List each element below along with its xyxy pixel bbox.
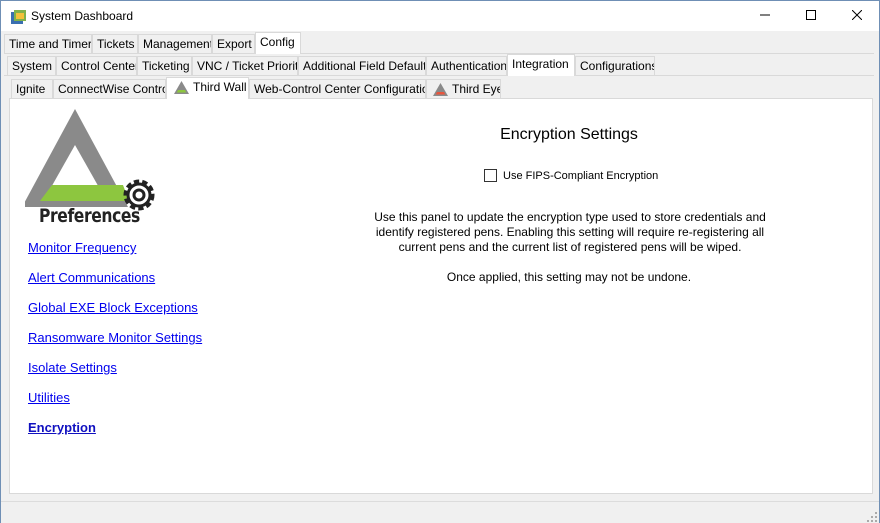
- status-bar: [1, 501, 879, 523]
- encryption-description: Use this panel to update the encryption …: [374, 210, 766, 254]
- tab-export[interactable]: Export: [212, 34, 255, 53]
- tab-authentication[interactable]: Authentication: [426, 56, 507, 75]
- fips-checkbox-row[interactable]: Use FIPS-Compliant Encryption: [484, 169, 658, 182]
- third-wall-icon: [174, 81, 189, 99]
- tab-third-eye[interactable]: Third Eye: [426, 79, 501, 98]
- tab-system[interactable]: System: [7, 56, 56, 75]
- tab-connectwise-control[interactable]: ConnectWise Control: [53, 79, 166, 98]
- encryption-warning-note: Once applied, this setting may not be un…: [446, 270, 692, 284]
- tab-integration[interactable]: Integration: [507, 54, 575, 76]
- link-isolate-settings[interactable]: Isolate Settings: [28, 360, 117, 375]
- tab-config[interactable]: Config: [255, 32, 301, 54]
- link-global-exe-block-exceptions[interactable]: Global EXE Block Exceptions: [28, 300, 198, 315]
- settings-panel: Preferences Monitor Frequency Alert Comm…: [9, 98, 873, 494]
- fips-checkbox[interactable]: [484, 169, 497, 182]
- window-title: System Dashboard: [31, 9, 134, 23]
- close-button[interactable]: [834, 1, 880, 31]
- tabstrip-border: [4, 75, 874, 76]
- resize-grip-icon[interactable]: [867, 511, 877, 522]
- tab-time-and-timers[interactable]: Time and Timers: [4, 34, 92, 53]
- tab-third-eye-label: Third Eye: [452, 82, 501, 96]
- title-bar: System Dashboard: [1, 1, 879, 31]
- link-utilities[interactable]: Utilities: [28, 390, 70, 405]
- link-ransomware-monitor-settings[interactable]: Ransomware Monitor Settings: [28, 330, 202, 345]
- maximize-icon: [806, 9, 816, 23]
- tab-management[interactable]: Management: [138, 34, 212, 53]
- tab-configurations[interactable]: Configurations: [575, 56, 655, 75]
- maximize-button[interactable]: [788, 1, 834, 31]
- tabstrip-border: [4, 53, 874, 54]
- link-monitor-frequency[interactable]: Monitor Frequency: [28, 240, 136, 255]
- section-heading: Encryption Settings: [500, 126, 638, 143]
- close-icon: [851, 9, 863, 23]
- tab-additional-field-defaults[interactable]: Additional Field Defaults: [298, 56, 426, 75]
- tab-web-control-center-configuration[interactable]: Web-Control Center Configuration: [249, 79, 426, 98]
- tab-third-wall[interactable]: Third Wall: [166, 77, 249, 99]
- minimize-button[interactable]: [742, 1, 788, 31]
- link-alert-communications[interactable]: Alert Communications: [28, 270, 155, 285]
- preferences-logo-text: Preferences: [39, 205, 140, 227]
- link-encryption[interactable]: Encryption: [28, 420, 96, 435]
- tab-ignite[interactable]: Ignite: [11, 79, 53, 98]
- minimize-icon: [760, 9, 770, 23]
- app-icon: [11, 9, 27, 25]
- tab-vnc-ticket-priority[interactable]: VNC / Ticket Priority: [192, 56, 298, 75]
- tab-control-center[interactable]: Control Center: [56, 56, 137, 75]
- tab-ticketing[interactable]: Ticketing: [137, 56, 192, 75]
- fips-checkbox-label[interactable]: Use FIPS-Compliant Encryption: [503, 170, 658, 182]
- third-eye-icon: [433, 83, 448, 98]
- app-window: System Dashboard Time and Timers Tickets…: [0, 0, 880, 523]
- tab-third-wall-label: Third Wall: [193, 80, 247, 94]
- tab-tickets[interactable]: Tickets: [92, 34, 138, 53]
